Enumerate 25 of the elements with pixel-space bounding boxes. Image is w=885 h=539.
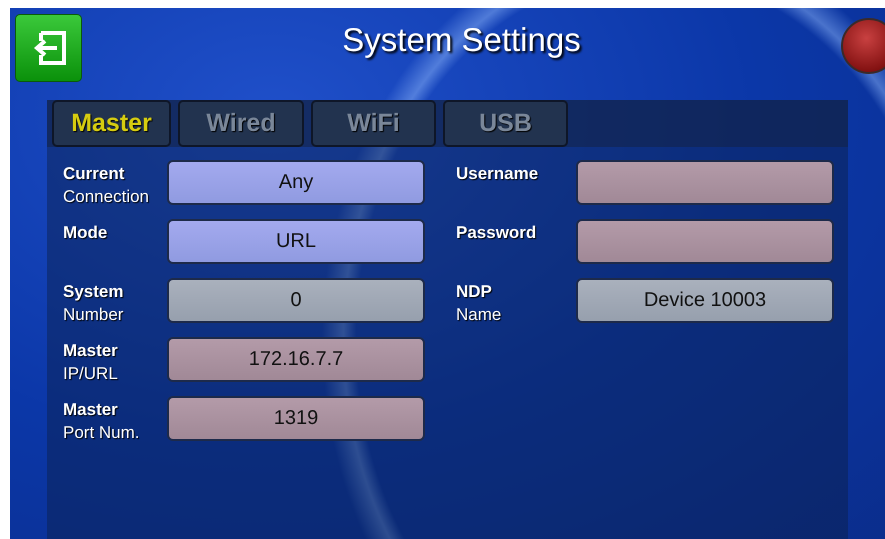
dropdown-field[interactable]: URL (167, 219, 425, 264)
screen-title: System Settings (342, 21, 581, 58)
field-label: Master (63, 340, 118, 362)
text-field[interactable] (576, 160, 834, 205)
text-field[interactable]: 1319 (167, 396, 425, 441)
field-label: NDP (456, 281, 492, 303)
field-label: Master (63, 399, 118, 421)
field-sublabel: Port Num. (63, 422, 140, 444)
field-label: Mode (63, 222, 108, 244)
field-sublabel: IP/URL (63, 363, 118, 385)
field-label: Current (63, 163, 124, 185)
readonly-field[interactable]: Device 10003 (576, 278, 834, 323)
exit-button[interactable] (15, 14, 82, 82)
dropdown-field[interactable]: Any (167, 160, 425, 205)
field-sublabel: Connection (63, 186, 150, 208)
field-label: System (63, 281, 124, 303)
field-label: Password (456, 222, 536, 244)
field-sublabel: Number (63, 304, 124, 326)
readonly-field[interactable]: 0 (167, 278, 425, 323)
field-label: Username (456, 163, 538, 185)
field-sublabel: Name (456, 304, 502, 326)
text-field[interactable]: 172.16.7.7 (167, 337, 425, 382)
tab[interactable]: Master (52, 100, 171, 147)
text-field[interactable] (576, 219, 834, 264)
power-button[interactable] (841, 18, 885, 74)
